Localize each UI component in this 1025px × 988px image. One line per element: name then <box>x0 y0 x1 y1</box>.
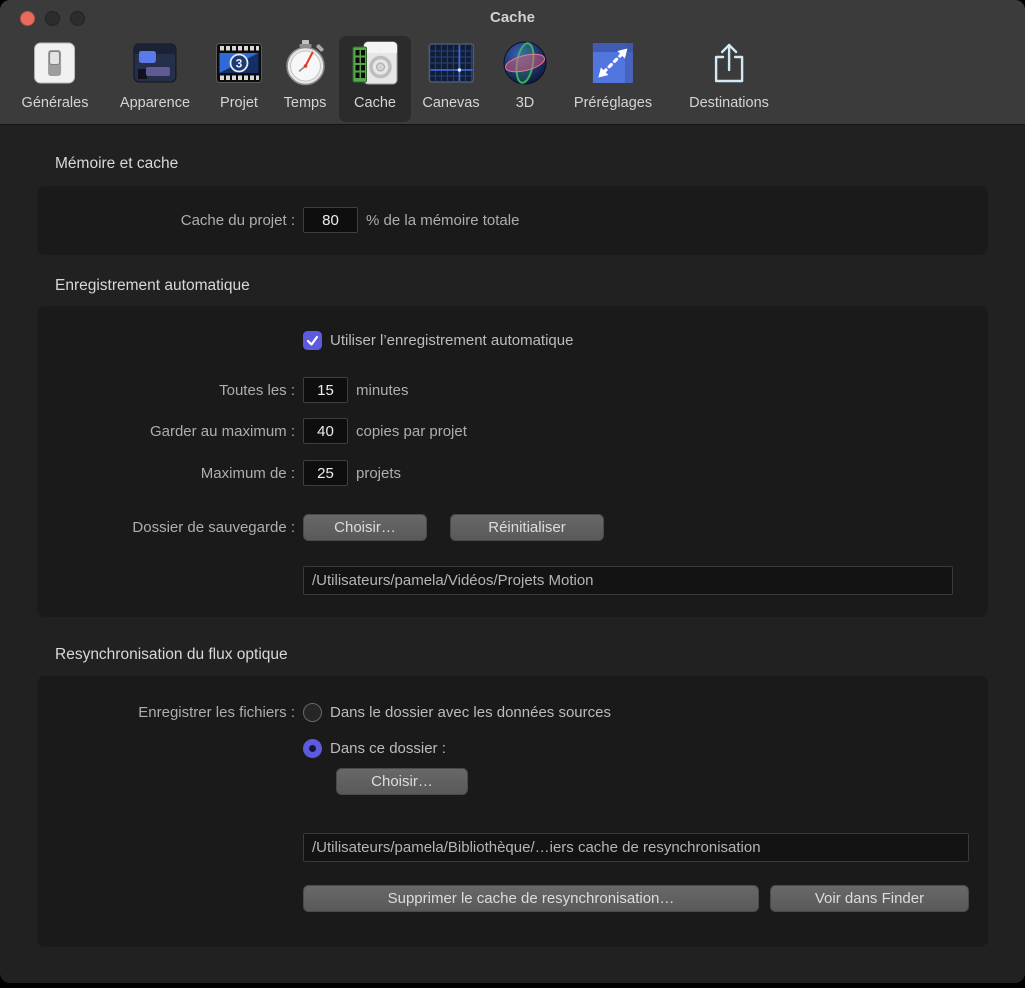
toolbar-item-3d[interactable]: 3D <box>490 36 560 122</box>
project-cache-input[interactable] <box>303 207 358 233</box>
toolbar-label: Générales <box>22 90 89 116</box>
project-cache-suffix: % de la mémoire totale <box>366 212 519 229</box>
reveal-in-finder-button[interactable]: Voir dans Finder <box>770 885 969 912</box>
radio-this-folder[interactable] <box>303 739 322 758</box>
3d-sphere-icon <box>502 36 548 90</box>
memory-section-heading: Mémoire et cache <box>55 155 178 173</box>
project-cache-row: Cache du projet : % de la mémoire totale <box>37 206 988 234</box>
window-header: Cache Générales <box>0 0 1025 125</box>
interval-row: Toutes les : minutes <box>37 376 409 404</box>
autosave-panel: Utiliser l’enregistrement automatique To… <box>37 306 988 617</box>
toggle-switch-icon <box>34 36 76 90</box>
toolbar-label: Préréglages <box>574 90 652 116</box>
keep-copies-suffix: copies par projet <box>356 423 467 440</box>
optical-flow-section-heading: Resynchronisation du flux optique <box>55 646 288 664</box>
radio-folder-label: Dans ce dossier : <box>330 740 446 757</box>
toolbar-label: Canevas <box>422 90 479 116</box>
delete-cache-button[interactable]: Supprimer le cache de resynchronisation… <box>303 885 759 912</box>
choose-cache-folder-button[interactable]: Choisir… <box>336 768 468 795</box>
toolbar-item-cache[interactable]: Cache <box>339 36 411 122</box>
radio-source-folder[interactable] <box>303 703 322 722</box>
keep-copies-label: Garder au maximum : <box>37 423 295 440</box>
svg-text:3: 3 <box>236 57 243 71</box>
stopwatch-icon <box>283 36 327 90</box>
toolbar-item-projet[interactable]: 3 Projet <box>204 36 274 122</box>
toolbar-item-destinations[interactable]: Destinations <box>677 36 781 122</box>
use-autosave-row: Utiliser l’enregistrement automatique <box>303 326 573 354</box>
max-projects-suffix: projets <box>356 465 401 482</box>
memory-panel: Cache du projet : % de la mémoire totale <box>37 186 988 255</box>
canvas-grid-icon <box>428 36 474 90</box>
choose-backup-folder-button[interactable]: Choisir… <box>303 514 427 541</box>
toolbar-label: Temps <box>284 90 327 116</box>
appearance-window-icon <box>133 36 177 90</box>
use-autosave-checkbox[interactable] <box>303 331 322 350</box>
toolbar-item-prereglages[interactable]: Préréglages <box>562 36 664 122</box>
toolbar-item-generales[interactable]: Générales <box>10 36 101 122</box>
window-title: Cache <box>0 9 1025 26</box>
toolbar-item-temps[interactable]: Temps <box>271 36 339 122</box>
optical-flow-panel: Enregistrer les fichiers : Dans le dossi… <box>37 676 988 947</box>
toolbar-label: Destinations <box>689 90 769 116</box>
ram-harddrive-icon <box>351 36 399 90</box>
toolbar-item-apparence[interactable]: Apparence <box>108 36 202 122</box>
backup-folder-row: Dossier de sauvegarde : Choisir… Réiniti… <box>37 513 604 541</box>
backup-folder-label: Dossier de sauvegarde : <box>37 519 295 536</box>
backup-folder-path-field[interactable] <box>303 566 953 595</box>
interval-input[interactable] <box>303 377 348 403</box>
interval-label: Toutes les : <box>37 382 295 399</box>
toolbar-label: Projet <box>220 90 258 116</box>
cache-actions-row: Supprimer le cache de resynchronisation…… <box>303 884 969 912</box>
save-files-label: Enregistrer les fichiers : <box>37 704 295 721</box>
use-autosave-label: Utiliser l’enregistrement automatique <box>330 332 573 349</box>
project-cache-label: Cache du projet : <box>37 212 295 229</box>
autosave-section-heading: Enregistrement automatique <box>55 277 250 295</box>
share-icon <box>709 36 749 90</box>
radio-source-label: Dans le dossier avec les données sources <box>330 704 611 721</box>
keep-copies-row: Garder au maximum : copies par projet <box>37 417 467 445</box>
cache-folder-path-field[interactable] <box>303 833 969 862</box>
max-projects-row: Maximum de : projets <box>37 459 401 487</box>
resize-arrow-icon <box>592 36 634 90</box>
toolbar-label: Cache <box>354 90 396 116</box>
radio-dot <box>309 745 316 752</box>
filmstrip-icon: 3 <box>216 36 262 90</box>
reset-backup-folder-button[interactable]: Réinitialiser <box>450 514 604 541</box>
save-files-folder-row: Dans ce dossier : <box>303 734 446 762</box>
toolbar-label: 3D <box>516 90 535 116</box>
toolbar-label: Apparence <box>120 90 190 116</box>
save-files-source-row: Enregistrer les fichiers : Dans le dossi… <box>37 698 611 726</box>
max-projects-input[interactable] <box>303 460 348 486</box>
keep-copies-input[interactable] <box>303 418 348 444</box>
preferences-window: Cache Générales <box>0 0 1025 983</box>
interval-suffix: minutes <box>356 382 409 399</box>
max-projects-label: Maximum de : <box>37 465 295 482</box>
toolbar-item-canevas[interactable]: Canevas <box>410 36 491 122</box>
